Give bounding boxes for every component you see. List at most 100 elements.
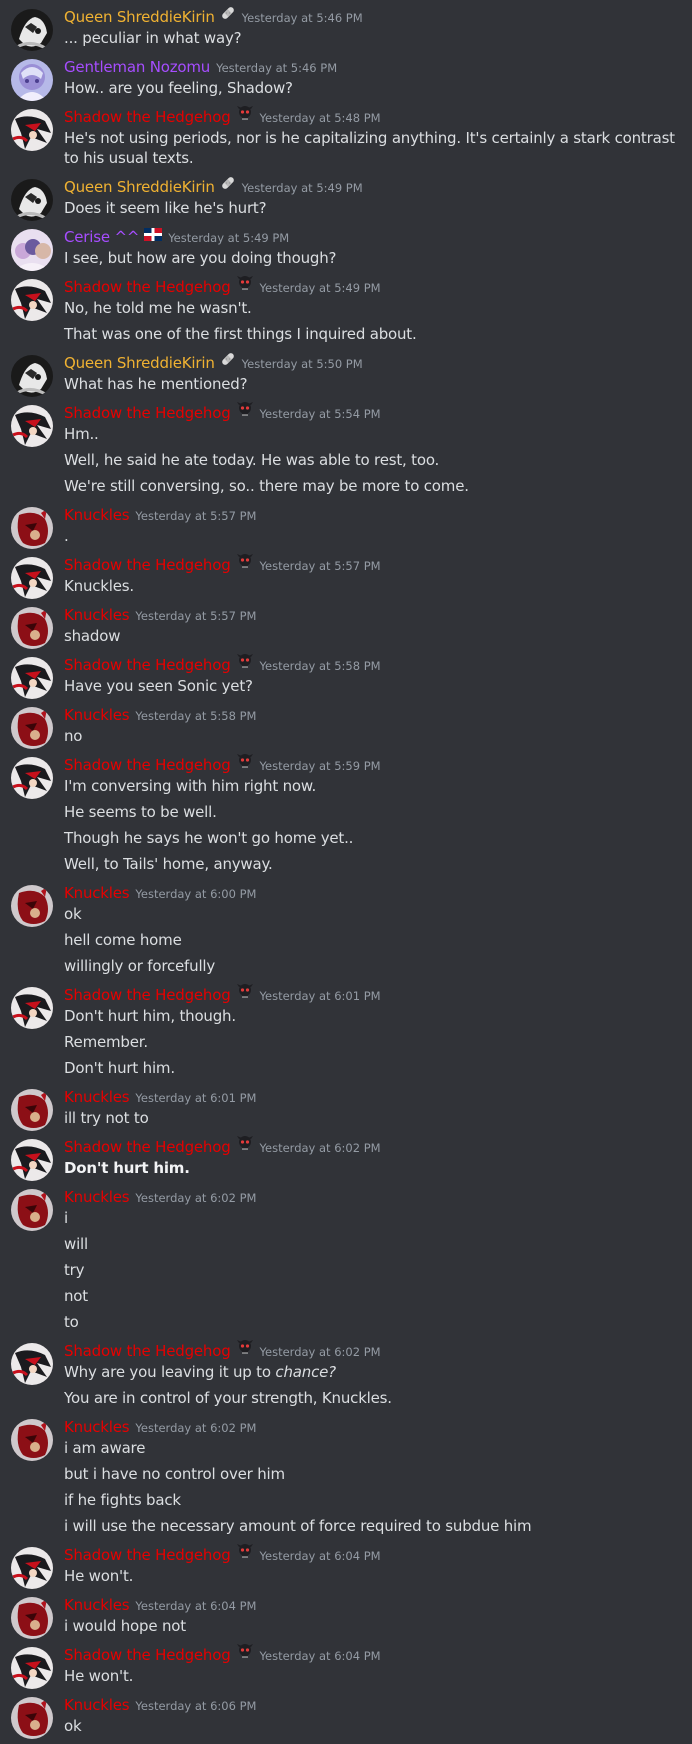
author-name[interactable]: Shadow the Hedgehog (64, 756, 231, 774)
message-group[interactable]: Shadow the Hedgehog Yesterday at 6:02 PM D… (0, 1136, 692, 1181)
timestamp[interactable]: Yesterday at 6:06 PM (135, 1699, 256, 1713)
timestamp[interactable]: Yesterday at 6:02 PM (260, 1345, 381, 1359)
avatar[interactable] (11, 109, 53, 151)
message-group[interactable]: Knuckles Yesterday at 6:06 PM ok (0, 1694, 692, 1739)
avatar[interactable] (11, 9, 53, 51)
author-name[interactable]: Cerise ^^ (64, 228, 139, 246)
timestamp[interactable]: Yesterday at 5:49 PM (168, 231, 289, 245)
avatar[interactable] (11, 229, 53, 271)
author-name[interactable]: Knuckles (64, 1088, 130, 1106)
message-group[interactable]: Queen ShreddieKirin Yesterday at 5:46 PM.… (0, 6, 692, 51)
avatar[interactable] (11, 885, 53, 927)
avatar[interactable] (11, 1089, 53, 1131)
timestamp[interactable]: Yesterday at 5:57 PM (135, 509, 256, 523)
message-group[interactable]: Shadow the Hedgehog Yesterday at 6:04 PM H… (0, 1644, 692, 1689)
timestamp[interactable]: Yesterday at 5:46 PM (216, 61, 337, 75)
avatar[interactable] (11, 707, 53, 749)
message-group[interactable]: Knuckles Yesterday at 6:02 PM i will try not t… (0, 1186, 692, 1335)
author-name[interactable]: Shadow the Hedgehog (64, 108, 231, 126)
message-group[interactable]: Shadow the Hedgehog Yesterday at 6:02 PM W… (0, 1340, 692, 1411)
timestamp[interactable]: Yesterday at 5:58 PM (135, 709, 256, 723)
timestamp[interactable]: Yesterday at 6:02 PM (135, 1191, 256, 1205)
message-group[interactable]: Shadow the Hedgehog Yesterday at 6:01 PM D… (0, 984, 692, 1081)
message-group[interactable]: Shadow the Hedgehog Yesterday at 5:54 PM H… (0, 402, 692, 499)
message-group[interactable]: Shadow the Hedgehog Yesterday at 5:57 PM K… (0, 554, 692, 599)
avatar[interactable] (11, 355, 53, 397)
message-group[interactable]: Cerise ^^ Yesterday at 5:49 PM I see, but … (0, 226, 692, 271)
timestamp[interactable]: Yesterday at 6:01 PM (135, 1091, 256, 1105)
timestamp[interactable]: Yesterday at 6:01 PM (260, 989, 381, 1003)
author-name[interactable]: Shadow the Hedgehog (64, 1546, 231, 1564)
timestamp[interactable]: Yesterday at 5:49 PM (260, 281, 381, 295)
timestamp[interactable]: Yesterday at 5:49 PM (242, 181, 363, 195)
timestamp[interactable]: Yesterday at 5:58 PM (260, 659, 381, 673)
avatar[interactable] (11, 1189, 53, 1231)
timestamp[interactable]: Yesterday at 5:54 PM (260, 407, 381, 421)
author-name[interactable]: Gentleman Nozomu (64, 58, 210, 76)
author-name[interactable]: Knuckles (64, 1418, 130, 1436)
avatar[interactable] (11, 657, 53, 699)
avatar[interactable] (11, 757, 53, 799)
message-group[interactable]: Knuckles Yesterday at 6:02 PM i am aware bu… (0, 1416, 692, 1539)
timestamp[interactable]: Yesterday at 6:04 PM (260, 1549, 381, 1563)
avatar[interactable] (11, 179, 53, 221)
avatar[interactable] (11, 405, 53, 447)
avatar[interactable] (11, 607, 53, 649)
author-name[interactable]: Queen ShreddieKirin (64, 178, 215, 196)
avatar[interactable] (11, 557, 53, 599)
message-group[interactable]: Shadow the Hedgehog Yesterday at 5:59 PM I… (0, 754, 692, 877)
avatar[interactable] (11, 1597, 53, 1639)
message-group[interactable]: Shadow the Hedgehog Yesterday at 5:58 PM H… (0, 654, 692, 699)
timestamp[interactable]: Yesterday at 5:59 PM (260, 759, 381, 773)
timestamp[interactable]: Yesterday at 5:50 PM (242, 357, 363, 371)
author-name[interactable]: Knuckles (64, 706, 130, 724)
avatar[interactable] (11, 1547, 53, 1589)
message-group[interactable]: Knuckles Yesterday at 6:01 PM ill try not … (0, 1086, 692, 1131)
timestamp[interactable]: Yesterday at 5:57 PM (135, 609, 256, 623)
avatar[interactable] (11, 59, 53, 101)
author-name[interactable]: Shadow the Hedgehog (64, 278, 231, 296)
timestamp[interactable]: Yesterday at 6:04 PM (260, 1649, 381, 1663)
author-name[interactable]: Knuckles (64, 506, 130, 524)
message-group[interactable]: Knuckles Yesterday at 6:00 PM ok hell come … (0, 882, 692, 979)
timestamp[interactable]: Yesterday at 6:02 PM (260, 1141, 381, 1155)
avatar[interactable] (11, 279, 53, 321)
avatar[interactable] (11, 1647, 53, 1689)
author-name[interactable]: Shadow the Hedgehog (64, 1138, 231, 1156)
avatar[interactable] (11, 987, 53, 1029)
message-group[interactable]: Knuckles Yesterday at 5:58 PM no (0, 704, 692, 749)
author-name[interactable]: Shadow the Hedgehog (64, 656, 231, 674)
author-name[interactable]: Knuckles (64, 1696, 130, 1714)
message-group[interactable]: Queen ShreddieKirin Yesterday at 5:49 PM D… (0, 176, 692, 221)
message-group[interactable]: Queen ShreddieKirin Yesterday at 5:50 PM W… (0, 352, 692, 397)
message-group[interactable]: Knuckles Yesterday at 5:57 PM. (0, 504, 692, 549)
timestamp[interactable]: Yesterday at 6:02 PM (135, 1421, 256, 1435)
message-group[interactable]: Knuckles Yesterday at 5:57 PM shadow (0, 604, 692, 649)
author-name[interactable]: Shadow the Hedgehog (64, 404, 231, 422)
author-name[interactable]: Shadow the Hedgehog (64, 986, 231, 1004)
timestamp[interactable]: Yesterday at 5:48 PM (260, 111, 381, 125)
message-group[interactable]: Gentleman Nozomu Yesterday at 5:46 PM How.… (0, 56, 692, 101)
author-name[interactable]: Shadow the Hedgehog (64, 556, 231, 574)
timestamp[interactable]: Yesterday at 5:46 PM (242, 11, 363, 25)
message-group[interactable]: Shadow the Hedgehog Yesterday at 5:49 PM N… (0, 276, 692, 347)
author-name[interactable]: Queen ShreddieKirin (64, 8, 215, 26)
author-name[interactable]: Shadow the Hedgehog (64, 1342, 231, 1360)
timestamp[interactable]: Yesterday at 6:04 PM (135, 1599, 256, 1613)
author-name[interactable]: Knuckles (64, 1596, 130, 1614)
author-name[interactable]: Shadow the Hedgehog (64, 1646, 231, 1664)
avatar[interactable] (11, 1343, 53, 1385)
avatar[interactable] (11, 1697, 53, 1739)
message-group[interactable]: Shadow the Hedgehog Yesterday at 5:48 PM H… (0, 106, 692, 171)
timestamp[interactable]: Yesterday at 6:00 PM (135, 887, 256, 901)
avatar[interactable] (11, 1419, 53, 1461)
author-name[interactable]: Knuckles (64, 884, 130, 902)
message-group[interactable]: Knuckles Yesterday at 6:04 PM i would hope… (0, 1594, 692, 1639)
message-group[interactable]: Shadow the Hedgehog Yesterday at 6:04 PM H… (0, 1544, 692, 1589)
timestamp[interactable]: Yesterday at 5:57 PM (260, 559, 381, 573)
avatar[interactable] (11, 1139, 53, 1181)
author-name[interactable]: Queen ShreddieKirin (64, 354, 215, 372)
avatar[interactable] (11, 507, 53, 549)
author-name[interactable]: Knuckles (64, 1188, 130, 1206)
author-name[interactable]: Knuckles (64, 606, 130, 624)
